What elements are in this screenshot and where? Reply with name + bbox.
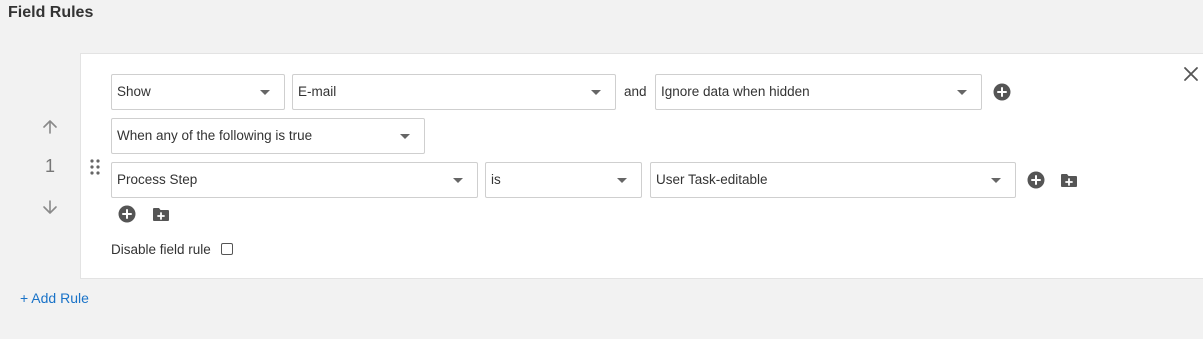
action-select[interactable]: Show — [111, 74, 285, 110]
chevron-down-icon — [957, 90, 967, 95]
condition-mode-select[interactable]: When any of the following is true — [111, 118, 425, 154]
chevron-down-icon — [260, 90, 270, 95]
arrow-up-icon[interactable] — [41, 118, 59, 136]
operator-select-value: is — [491, 172, 501, 187]
operator-select[interactable]: is — [485, 162, 642, 198]
plus-circle-icon[interactable] — [118, 205, 136, 223]
drag-handle-icon[interactable] — [89, 158, 101, 176]
field-select[interactable]: E-mail — [292, 74, 616, 110]
condition-value-select[interactable]: User Task-editable — [650, 162, 1016, 198]
folder-plus-icon[interactable] — [1060, 171, 1078, 189]
hidden-behavior-select-value: Ignore data when hidden — [661, 84, 810, 99]
plus-circle-icon[interactable] — [1027, 171, 1045, 189]
hidden-behavior-select[interactable]: Ignore data when hidden — [655, 74, 982, 110]
condition-value-select-value: User Task-editable — [656, 172, 768, 187]
rule-index: 1 — [44, 156, 55, 176]
chevron-down-icon — [453, 178, 463, 183]
disable-rule-label: Disable field rule — [111, 242, 211, 257]
arrow-down-icon[interactable] — [41, 198, 59, 216]
condition-field-select-value: Process Step — [117, 172, 198, 187]
condition-mode-select-value: When any of the following is true — [117, 128, 313, 143]
close-icon[interactable] — [1182, 65, 1200, 83]
page-title: Field Rules — [8, 4, 94, 21]
disable-rule-checkbox[interactable] — [221, 243, 233, 255]
chevron-down-icon — [617, 178, 627, 183]
plus-circle-icon[interactable] — [993, 83, 1011, 101]
field-select-value: E-mail — [298, 84, 337, 99]
add-rule-link[interactable]: + Add Rule — [20, 290, 89, 306]
condition-field-select[interactable]: Process Step — [111, 162, 478, 198]
chevron-down-icon — [591, 90, 601, 95]
chevron-down-icon — [400, 134, 410, 139]
chevron-down-icon — [991, 178, 1001, 183]
folder-plus-icon[interactable] — [152, 205, 170, 223]
connector-label: and — [624, 84, 647, 99]
action-select-value: Show — [117, 84, 151, 99]
